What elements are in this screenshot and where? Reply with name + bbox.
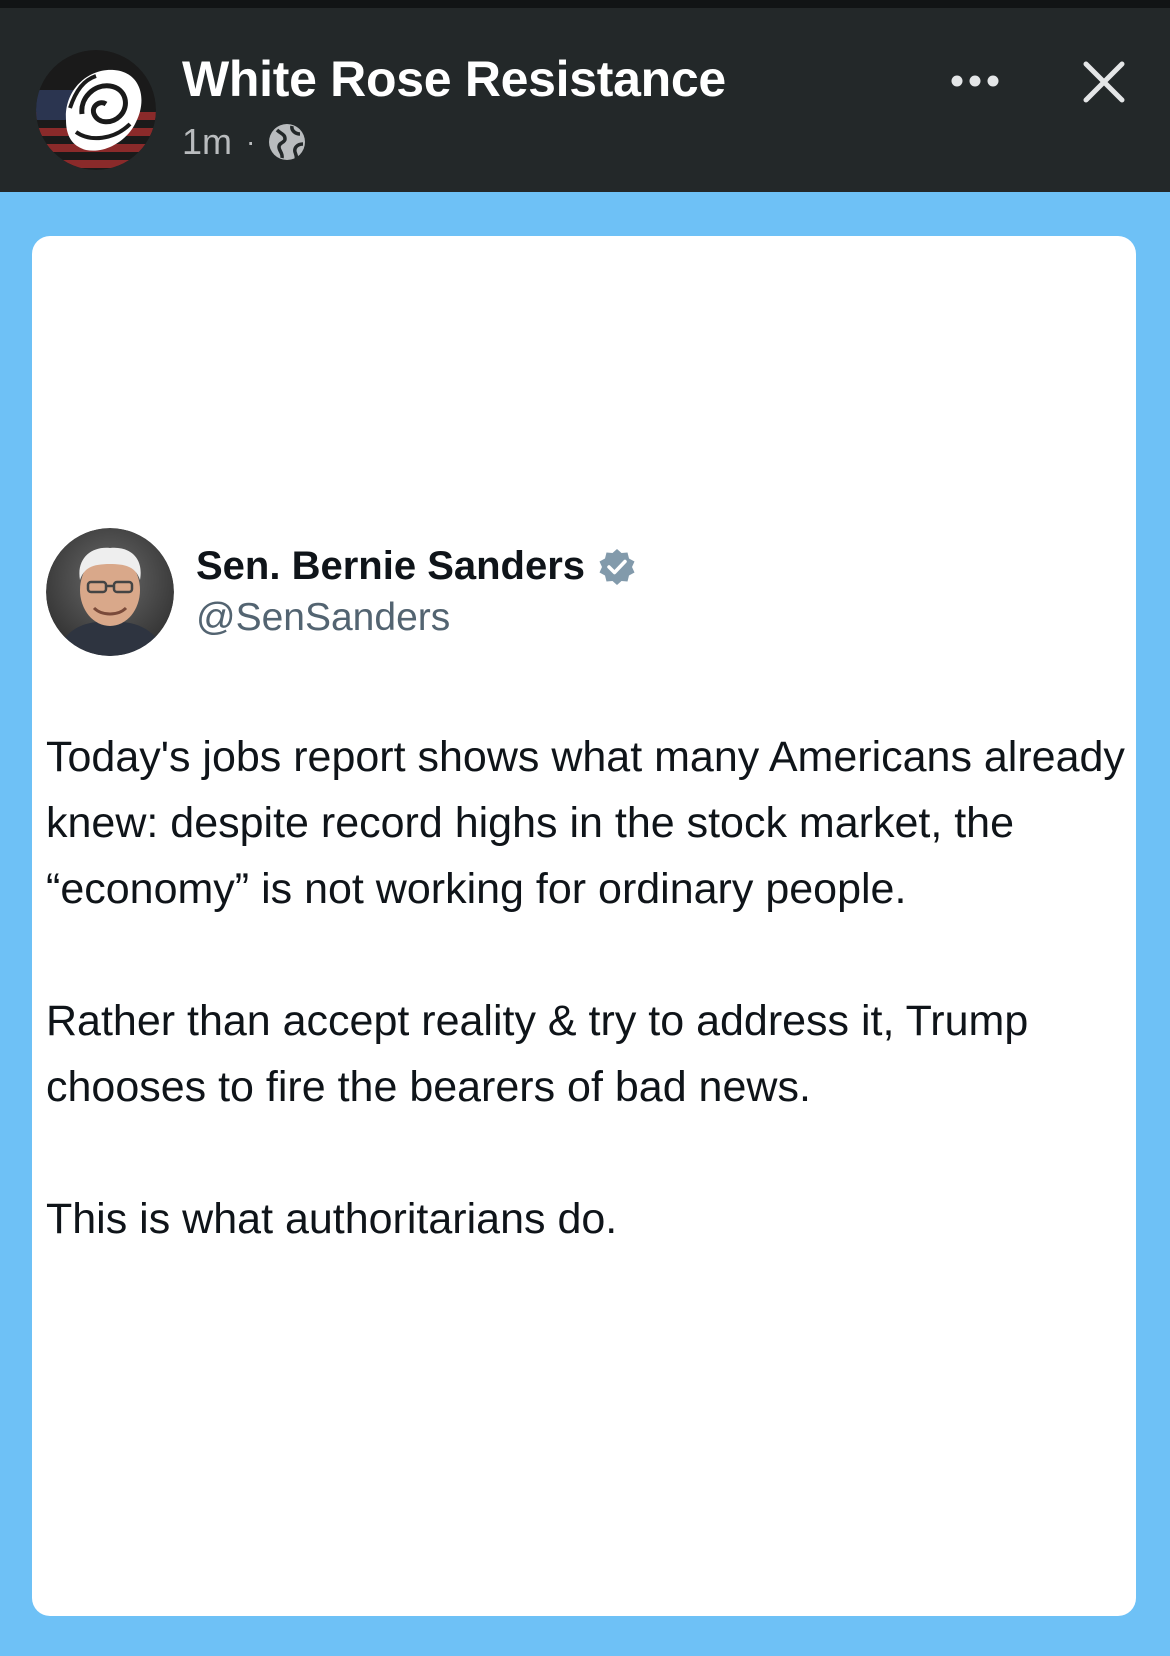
tweet-author-handle: @SenSanders	[196, 596, 451, 639]
post-header: White Rose Resistance 1m ·	[0, 8, 1170, 192]
white-rose-logo-icon	[36, 50, 156, 170]
tweet-author-name: Sen. Bernie Sanders	[196, 544, 586, 588]
more-options-button[interactable]	[940, 56, 1010, 106]
page-name[interactable]: White Rose Resistance	[182, 50, 726, 108]
tweet-paragraph-3: This is what authoritarians do.	[46, 1195, 618, 1243]
more-dots-icon	[951, 75, 999, 87]
close-button[interactable]	[1072, 50, 1136, 114]
post-meta: 1m ·	[182, 118, 307, 166]
tweet-paragraph-2: Rather than accept reality & try to addr…	[46, 997, 1029, 1111]
tweet-author-row: Sen. Bernie Sanders	[196, 544, 637, 589]
tweet-body: Today's jobs report shows what many Amer…	[46, 724, 1126, 1318]
globe-icon[interactable]	[267, 122, 307, 162]
tweet-author-avatar	[46, 528, 174, 656]
page-avatar[interactable]	[36, 50, 156, 170]
post-timestamp[interactable]: 1m	[182, 121, 232, 163]
tweet-paragraph-1: Today's jobs report shows what many Amer…	[46, 733, 1125, 913]
status-strip	[0, 0, 1170, 8]
verified-badge-icon	[597, 547, 637, 587]
tweet-image-card[interactable]: Sen. Bernie Sanders @SenSanders Today's …	[32, 236, 1136, 1616]
meta-separator: ·	[246, 126, 256, 157]
close-icon	[1083, 61, 1125, 103]
